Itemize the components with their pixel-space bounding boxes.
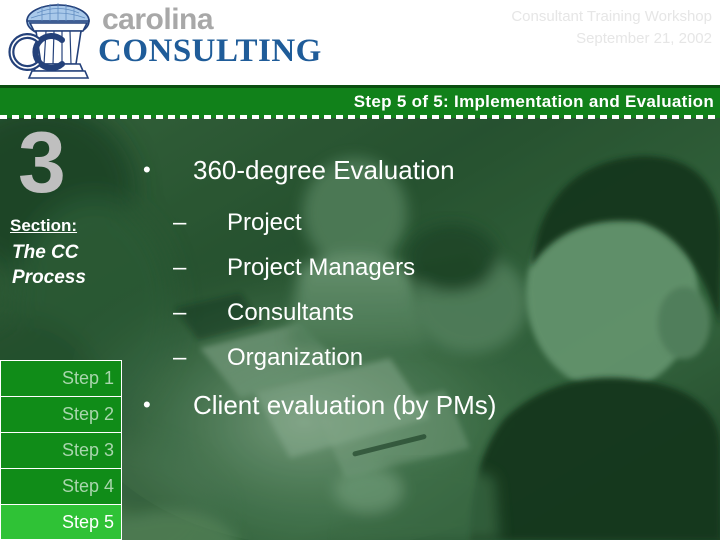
bullet-client-text: Client evaluation (by PMs)	[193, 390, 497, 420]
bullet-evaluation: • 360-degree Evaluation	[135, 155, 455, 185]
step-nav-item-4[interactable]: Step 4	[0, 468, 122, 504]
bullet-row-sub-1: – Project Managers	[135, 254, 415, 282]
dash-marker-icon: –	[173, 299, 187, 326]
section-label: Section:	[10, 216, 78, 235]
bullet-client-evaluation: • Client evaluation (by PMs)	[135, 390, 496, 420]
step-nav-item-1[interactable]: Step 1	[0, 360, 122, 396]
dash-marker-icon: –	[173, 254, 187, 281]
presentation-slide: carolina CONSULTING Consultant Training …	[0, 0, 720, 540]
bullet-row-client: • Client evaluation (by PMs)	[135, 390, 496, 420]
sub-bullet-text-2: Consultants	[227, 299, 354, 326]
bullet-marker-icon: •	[143, 392, 151, 417]
sub-bullet-project-managers: – Project Managers	[135, 254, 415, 282]
workshop-title: Consultant Training Workshop	[511, 8, 712, 25]
rotunda-column-logo-icon	[6, 2, 102, 82]
sub-bullet-project: – Project	[135, 209, 302, 237]
sub-bullet-text-0: Project	[227, 209, 302, 236]
slide-header: carolina CONSULTING Consultant Training …	[0, 0, 720, 88]
step-nav-item-5[interactable]: Step 5	[0, 504, 122, 540]
bullet-evaluation-text: 360-degree Evaluation	[193, 155, 455, 185]
workshop-date: September 21, 2002	[576, 30, 712, 47]
slide-content: • 360-degree Evaluation – Project – Proj…	[135, 118, 720, 540]
bullet-row-sub-2: – Consultants	[135, 299, 354, 327]
brand-name-bottom: CONSULTING	[98, 33, 322, 69]
brand-name-top: carolina	[102, 3, 214, 36]
dash-marker-icon: –	[173, 344, 187, 371]
bullet-row-evaluation: • 360-degree Evaluation	[135, 155, 455, 185]
brand-logo: carolina CONSULTING	[6, 2, 346, 82]
step-nav-item-2[interactable]: Step 2	[0, 396, 122, 432]
bullet-marker-icon: •	[143, 157, 151, 182]
step-nav-item-3[interactable]: Step 3	[0, 432, 122, 468]
sub-bullet-text-1: Project Managers	[227, 254, 416, 281]
banner-dashed-divider	[0, 115, 720, 119]
sub-bullet-organization: – Organization	[135, 344, 363, 372]
header-meta: Consultant Training Workshop September 2…	[511, 6, 712, 50]
step-nav-list: Step 1 Step 2 Step 3 Step 4 Step 5	[0, 360, 122, 540]
section-sidebar: 3 Section: The CC Process Step 1 Step 2 …	[0, 118, 135, 540]
step-banner: Step 5 of 5: Implementation and Evaluati…	[0, 85, 720, 118]
sub-bullet-consultants: – Consultants	[135, 299, 354, 327]
section-name: The CC Process	[12, 242, 86, 288]
dash-marker-icon: –	[173, 209, 187, 236]
sub-bullet-text-3: Organization	[227, 344, 364, 371]
bullet-row-sub-3: – Organization	[135, 344, 363, 372]
section-number: 3	[18, 115, 66, 211]
bullet-row-sub-0: – Project	[135, 209, 302, 237]
brand-wordmark: carolina CONSULTING	[98, 3, 348, 69]
step-banner-title: Step 5 of 5: Implementation and Evaluati…	[353, 92, 714, 111]
